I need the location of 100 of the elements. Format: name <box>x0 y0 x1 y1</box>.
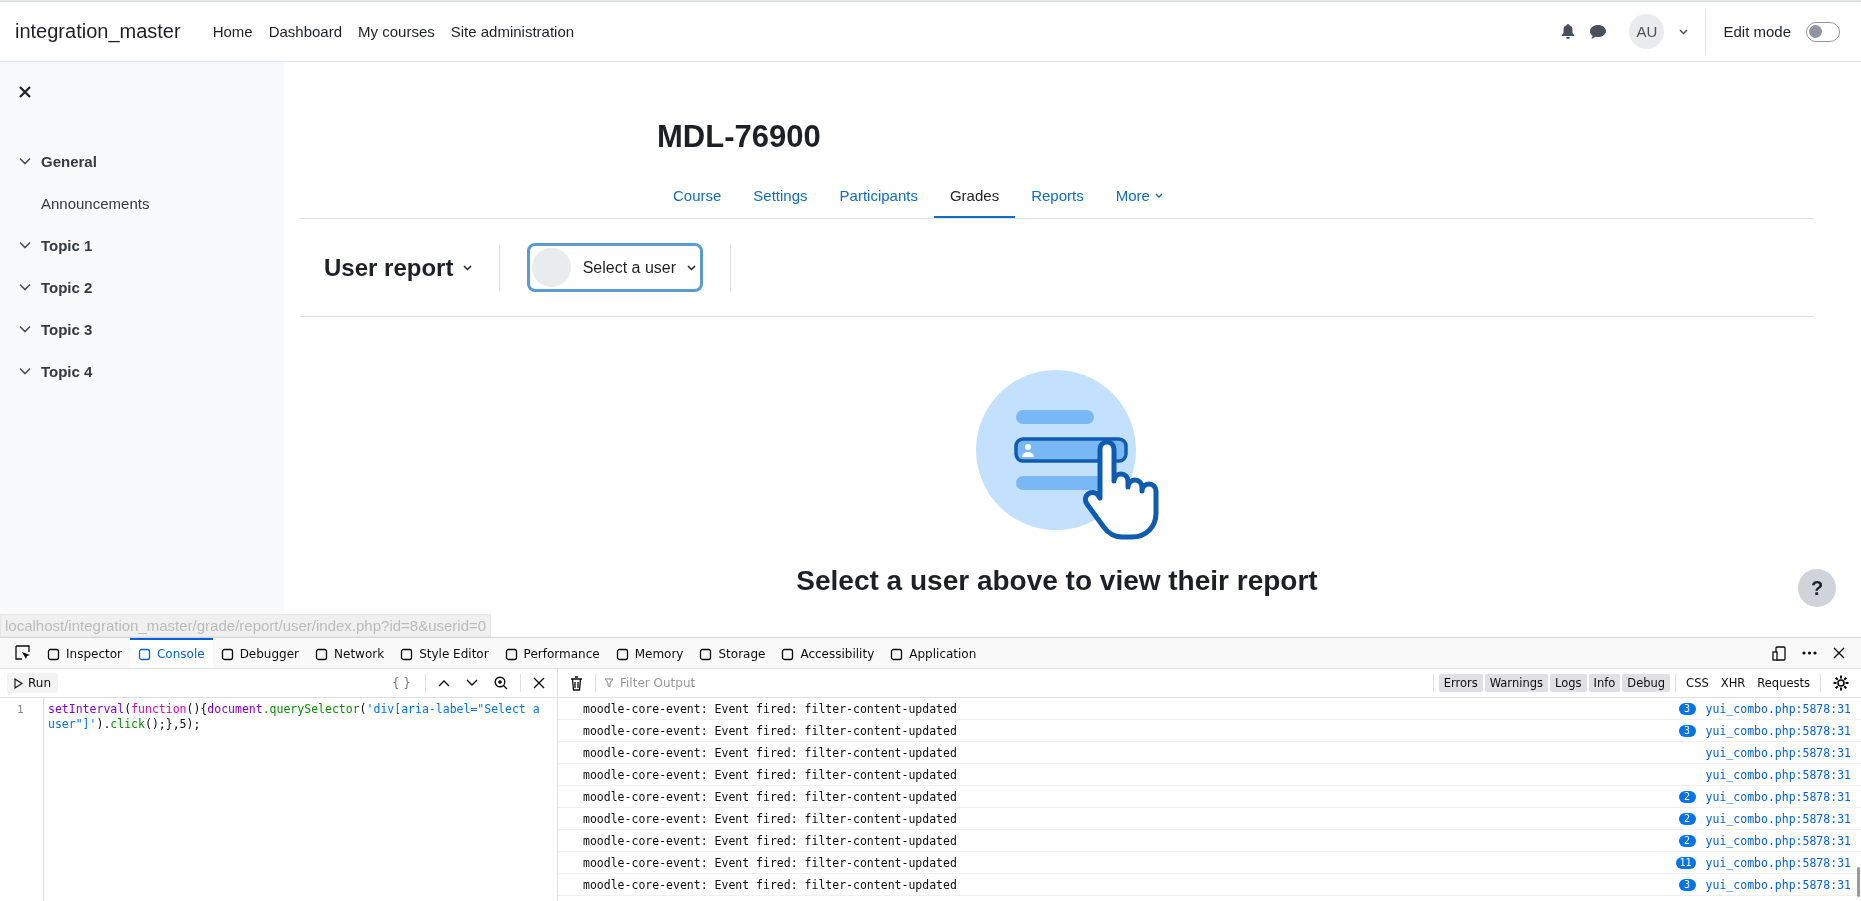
console-message: moodle-core-event: Event fired: filter-content-updated <box>583 701 957 716</box>
nav-link[interactable]: Site administration <box>450 23 575 40</box>
chevron-icon[interactable] <box>19 241 31 249</box>
tab-icon[interactable] <box>400 647 414 661</box>
source-link[interactable]: yui_combo.php:5878:31 <box>1705 877 1851 892</box>
devtools-tab[interactable]: Accessibility <box>773 638 883 668</box>
repeat-count: 11 <box>1675 856 1696 869</box>
caret-icon[interactable] <box>1679 28 1689 35</box>
repeat-count: 2 <box>1678 834 1696 847</box>
course-title: MDL-76900 <box>657 119 822 155</box>
repeat-count: 3 <box>1678 878 1696 891</box>
console-message: moodle-core-event: Event fired: filter-content-updated <box>583 877 957 892</box>
console-message: moodle-core-event: Event fired: filter-content-updated <box>583 789 957 804</box>
tab-icon[interactable] <box>890 647 904 661</box>
nav-link[interactable]: Home <box>212 23 253 40</box>
source-link[interactable]: yui_combo.php:5878:31 <box>1705 811 1851 826</box>
section-link[interactable]: Topic 2 <box>41 278 93 296</box>
user-avatar[interactable]: AU <box>1629 14 1665 49</box>
section-link[interactable]: Topic 3 <box>41 320 93 338</box>
devtools-tab[interactable]: Inspector <box>39 638 130 668</box>
log-filter-button[interactable]: Logs <box>1549 674 1587 692</box>
pretty-print-button[interactable]: { } <box>385 675 417 691</box>
chevron-down-icon[interactable] <box>466 679 478 687</box>
devtools-tab[interactable]: Storage <box>691 638 774 668</box>
edit-mode-toggle[interactable] <box>1806 21 1840 42</box>
tab-icon[interactable] <box>781 647 795 661</box>
course-tab[interactable]: Settings <box>737 177 824 219</box>
course-tab[interactable]: Course <box>657 177 738 219</box>
play-icon[interactable] <box>14 677 23 689</box>
devtools-tab[interactable]: Memory <box>607 638 692 668</box>
section-link[interactable]: General <box>41 152 97 170</box>
course-tab[interactable]: Participants <box>823 177 934 219</box>
repeat-count: 2 <box>1678 812 1696 825</box>
source-link[interactable]: yui_combo.php:5878:31 <box>1705 833 1851 848</box>
nav-link[interactable]: My courses <box>358 23 435 40</box>
close-icon[interactable] <box>19 86 31 98</box>
chevron-icon[interactable] <box>19 325 31 333</box>
tab-icon[interactable] <box>615 647 629 661</box>
log-filter-button[interactable]: XHR <box>1715 674 1751 692</box>
devtools-tab[interactable]: Performance <box>496 638 608 668</box>
search-icon[interactable] <box>494 676 508 690</box>
console-message: moodle-core-event: Event fired: filter-content-updated <box>583 745 957 760</box>
course-tab[interactable]: Reports <box>1015 177 1100 219</box>
devtools-tab[interactable]: Application <box>882 638 985 668</box>
close-icon[interactable] <box>533 677 545 689</box>
repeat-count: 3 <box>1678 724 1696 737</box>
source-link[interactable]: yui_combo.php:5878:31 <box>1705 767 1851 782</box>
chevron-icon[interactable] <box>19 283 31 291</box>
caret-icon[interactable] <box>463 264 473 271</box>
help-button[interactable]: ? <box>1798 569 1836 607</box>
trash-icon[interactable] <box>570 675 583 691</box>
nav-link[interactable]: Dashboard <box>268 23 343 40</box>
course-tab[interactable]: Grades <box>933 177 1016 219</box>
log-filter-button[interactable]: Errors <box>1438 674 1483 692</box>
caret-icon[interactable] <box>687 264 697 271</box>
activity-link[interactable]: Announcements <box>19 182 150 224</box>
picker-icon[interactable] <box>15 645 31 661</box>
source-link[interactable]: yui_combo.php:5878:31 <box>1705 701 1851 716</box>
chevron-up-icon[interactable] <box>438 679 450 687</box>
edit-mode-label: Edit mode <box>1723 23 1791 40</box>
site-name[interactable]: integration_master <box>15 20 181 43</box>
tab-icon[interactable] <box>699 647 713 661</box>
repeat-count: 2 <box>1678 790 1696 803</box>
chevron-icon[interactable] <box>19 157 31 165</box>
run-button[interactable]: Run <box>7 673 58 693</box>
filter-output-field[interactable]: Filter Output <box>618 675 1425 691</box>
tab-icon[interactable] <box>220 647 234 661</box>
source-link[interactable]: yui_combo.php:5878:31 <box>1705 855 1851 870</box>
devtools-tab[interactable]: Console <box>130 638 213 668</box>
source-link[interactable]: yui_combo.php:5878:31 <box>1705 723 1851 738</box>
devtools-tab[interactable]: Style Editor <box>392 638 497 668</box>
tab-icon[interactable] <box>47 647 60 661</box>
log-filter-button[interactable]: Warnings <box>1484 674 1548 692</box>
repeat-count: 3 <box>1678 702 1696 715</box>
log-filter-button[interactable]: Info <box>1588 674 1621 692</box>
report-selector[interactable]: User report <box>324 253 473 282</box>
responsive-icon[interactable] <box>1772 645 1786 661</box>
chat-icon[interactable] <box>1590 24 1607 39</box>
log-filter-button[interactable]: CSS <box>1681 674 1714 692</box>
devtools-tab[interactable]: Debugger <box>212 638 308 668</box>
tab-icon[interactable] <box>504 647 518 661</box>
settings-icon[interactable] <box>1833 675 1849 691</box>
console-message: moodle-core-event: Event fired: filter-content-updated <box>583 767 957 782</box>
empty-state-message: Select a user above to view their report <box>796 565 1318 597</box>
course-tab[interactable]: More <box>1099 177 1179 219</box>
log-filter-button[interactable]: Requests <box>1752 674 1815 692</box>
source-link[interactable]: yui_combo.php:5878:31 <box>1705 745 1851 760</box>
tab-icon[interactable] <box>315 647 329 661</box>
source-link[interactable]: yui_combo.php:5878:31 <box>1705 789 1851 804</box>
chevron-icon[interactable] <box>19 367 31 375</box>
code-line[interactable]: setInterval(function(){document.querySelector('div[aria-label="Select a user"]').click();},5); <box>44 698 557 732</box>
section-link[interactable]: Topic 1 <box>41 236 93 254</box>
bell-icon[interactable] <box>1561 24 1576 39</box>
devtools-tab[interactable]: Network <box>307 638 393 668</box>
close-icon[interactable] <box>1833 647 1845 659</box>
user-selector[interactable]: Select a user <box>527 243 704 292</box>
log-filter-button[interactable]: Debug <box>1622 674 1671 692</box>
more-icon[interactable] <box>1802 651 1817 655</box>
section-link[interactable]: Topic 4 <box>41 362 93 380</box>
console-message: moodle-core-event: Event fired: filter-content-updated <box>583 833 957 848</box>
